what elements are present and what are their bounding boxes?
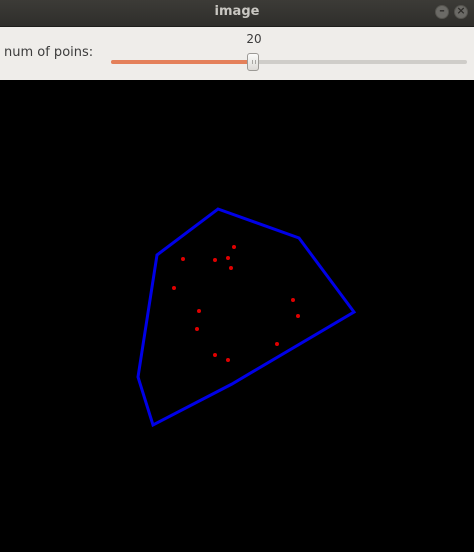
point (226, 358, 230, 362)
point (213, 258, 217, 262)
point (232, 245, 236, 249)
point (195, 327, 199, 331)
slider-thumb[interactable] (247, 53, 260, 71)
point (213, 353, 217, 357)
plot-svg (136, 207, 357, 428)
convex-hull-polygon (136, 207, 357, 428)
point (172, 286, 176, 290)
close-button[interactable]: × (454, 4, 468, 19)
point (197, 309, 201, 313)
point (275, 342, 279, 346)
slider-track[interactable] (111, 53, 467, 71)
close-icon: × (456, 4, 466, 17)
minimize-icon: – (439, 4, 445, 17)
slider-value: 20 (246, 32, 262, 46)
app-window: image – × num of poins: 20 (0, 0, 474, 552)
minimize-button[interactable]: – (435, 4, 449, 19)
window-title: image (214, 4, 260, 19)
point (296, 314, 300, 318)
slider-label: num of poins: (4, 45, 94, 60)
slider-fill (111, 60, 254, 64)
point (229, 266, 233, 270)
titlebar[interactable]: image – × (0, 0, 474, 27)
point (291, 298, 295, 302)
point (226, 256, 230, 260)
trackbar-panel: num of poins: 20 (0, 27, 474, 80)
scatter-points (172, 245, 300, 362)
point (181, 257, 185, 261)
image-canvas (0, 80, 474, 552)
